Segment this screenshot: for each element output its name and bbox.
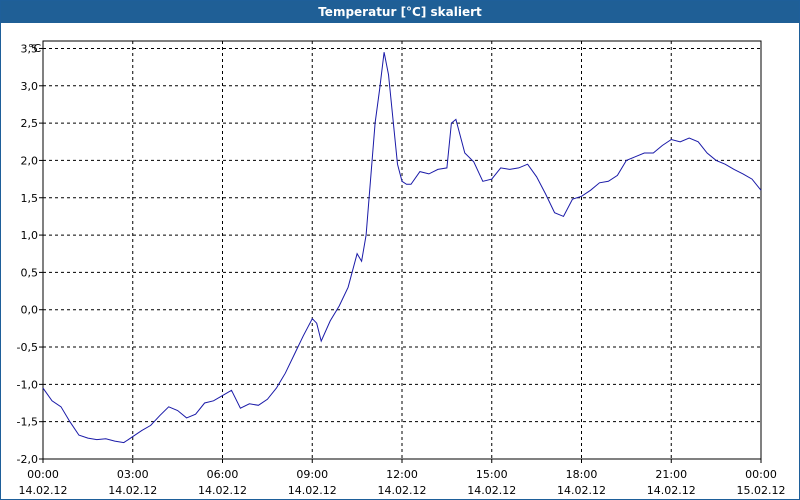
x-tick-time: 09:00	[296, 468, 328, 481]
x-tick-time: 12:00	[386, 468, 418, 481]
x-tick-time: 06:00	[207, 468, 239, 481]
y-tick-label: 0,0	[21, 304, 39, 317]
x-tick-time: 15:00	[476, 468, 508, 481]
y-tick-label: 1,0	[21, 229, 39, 242]
y-axis-ticks: 3,53,02,52,01,51,00,50,0-0,5-1,0-1,5-2,0	[17, 42, 43, 466]
y-tick-label: 3,0	[21, 80, 39, 93]
y-tick-label: -2,0	[17, 453, 38, 466]
chart-window: Temperatur [°C] skaliert 3,5 3,0 2,5 2,0 1,5…	[0, 0, 800, 500]
x-tick-date: 14.02.12	[378, 484, 427, 497]
x-tick-time: 00:00	[27, 468, 59, 481]
y-tick-label: -1,5	[17, 416, 38, 429]
x-tick-date: 14.02.12	[108, 484, 157, 497]
x-axis-ticks: 00:00 14.02.12 03:00 14.02.12 06:00 14.02.12 0…	[19, 459, 786, 497]
y-tick-label: -1,0	[17, 378, 38, 391]
y-tick-label: 0,5	[21, 266, 39, 279]
x-tick-date: 14.02.12	[19, 484, 68, 497]
x-tick-time: 21:00	[655, 468, 687, 481]
y-tick-label: 2,0	[21, 154, 39, 167]
x-tick-date: 14.02.12	[557, 484, 606, 497]
temperature-chart: 3,53,02,52,01,51,00,50,0-0,5-1,0-1,5-2,0…	[17, 40, 786, 497]
x-tick-date: 14.02.12	[647, 484, 696, 497]
x-tick-date: 14.02.12	[198, 484, 247, 497]
y-tick-label: 2,5	[21, 117, 39, 130]
x-tick-time: 00:00	[745, 468, 777, 481]
y-tick-label: 1,5	[21, 192, 39, 205]
y-axis-unit: °C	[28, 42, 42, 55]
x-tick-date: 14.02.12	[288, 484, 337, 497]
y-tick-label: -0,5	[17, 341, 38, 354]
x-tick-date: 14.02.12	[467, 484, 516, 497]
x-tick-time: 03:00	[117, 468, 149, 481]
x-tick-time: 18:00	[566, 468, 598, 481]
window-title: Temperatur [°C] skaliert	[1, 1, 799, 23]
x-tick-date: 15.02.12	[737, 484, 786, 497]
